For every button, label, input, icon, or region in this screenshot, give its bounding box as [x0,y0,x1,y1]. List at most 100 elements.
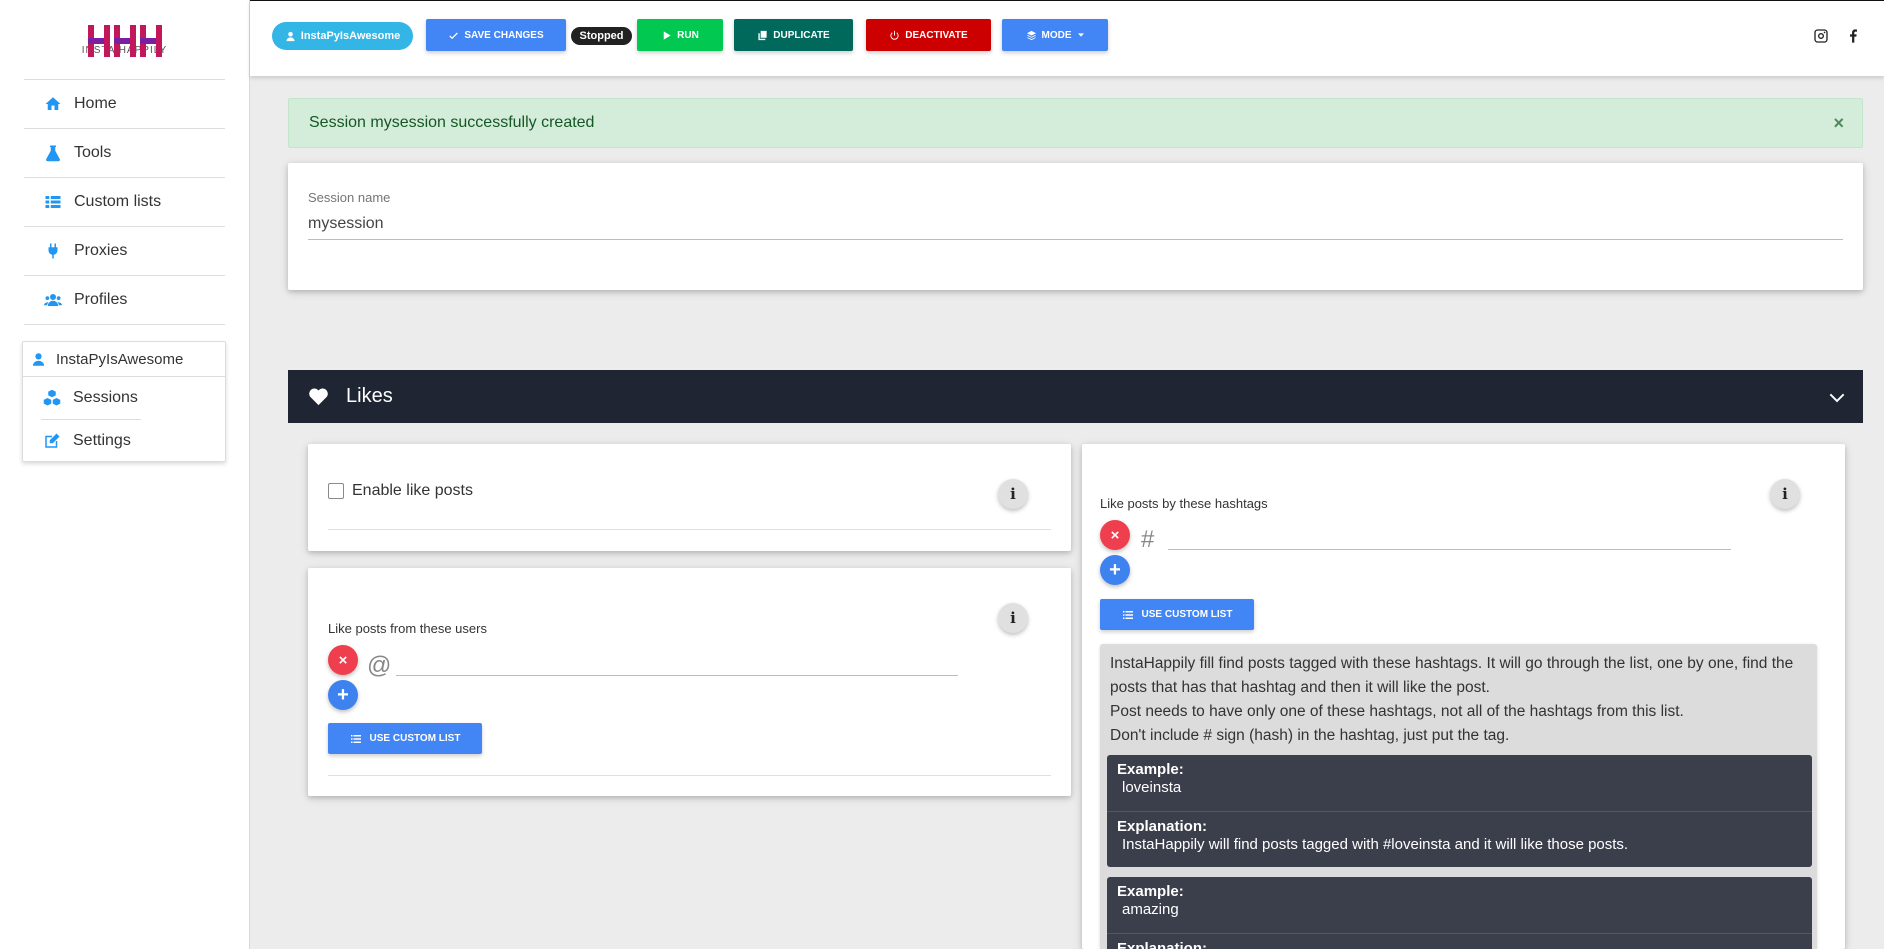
like-users-card: Like posts from these users i × @ + USE … [308,568,1071,796]
layers-icon [1026,30,1036,40]
sidebar-item-label: Proxies [74,242,128,259]
user-name: InstaPyIsAwesome [56,350,184,368]
home-icon [44,95,62,113]
caret-down-icon [1077,33,1084,37]
instagram-icon[interactable] [1813,28,1829,44]
run-label: RUN [677,29,699,41]
remove-hashtag-button[interactable]: × [1100,520,1130,550]
flask-icon [44,144,62,162]
user-icon [32,352,45,366]
user-menu-header[interactable]: InstaPyIsAwesome [23,342,225,377]
add-hashtag-button[interactable]: + [1100,555,1130,585]
main-nav: Home Tools Custom lists Proxies Profiles [24,79,225,325]
sidebar-item-custom-lists[interactable]: Custom lists [24,178,225,227]
divider [328,529,1051,530]
sidebar-item-profiles[interactable]: Profiles [24,276,225,325]
session-name-card: Session name [288,163,1863,290]
like-hashtags-label: Like posts by these hashtags [1100,496,1268,511]
use-custom-list-label: USE CUSTOM LIST [369,733,461,744]
deactivate-label: DEACTIVATE [905,29,968,41]
example-value: loveinsta [1122,779,1182,796]
plug-icon [44,242,62,260]
facebook-icon[interactable] [1845,28,1861,44]
at-sign-icon: @ [367,652,392,679]
top-toolbar: InstaPyIsAwesome SAVE CHANGES Stopped RU… [250,0,1884,76]
username-input[interactable] [396,650,958,676]
sidebar-item-label: Tools [74,144,112,161]
mode-label: MODE [1041,29,1072,41]
check-icon [449,32,459,39]
use-custom-list-label: USE CUSTOM LIST [1141,609,1233,620]
save-changes-button[interactable]: SAVE CHANGES [426,19,566,51]
example-box: Example: loveinsta Explanation: InstaHap… [1107,755,1812,867]
sidebar-item-proxies[interactable]: Proxies [24,227,225,276]
chevron-down-icon[interactable] [1829,388,1845,404]
sidebar-item-label: Profiles [74,291,128,308]
sidebar-item-settings[interactable]: Settings [23,420,225,462]
likes-section-header[interactable]: Likes [288,370,1863,423]
divider [328,775,1051,776]
sidebar-item-label: Home [74,95,117,112]
run-button[interactable]: RUN [637,19,723,51]
example-label: Example: [1117,883,1184,900]
info-icon[interactable]: i [998,479,1028,509]
sidebar-item-home[interactable]: Home [24,80,225,129]
user-chip[interactable]: InstaPyIsAwesome [272,22,413,50]
hashtag-input[interactable] [1168,524,1731,550]
power-icon [890,30,899,40]
list-icon [44,193,62,211]
user-icon [286,31,295,41]
sidebar-item-label: Sessions [73,389,138,406]
sidebar: INSTA HAPPILY Home Tools Custom lists Pr… [0,0,250,949]
list-icon [350,734,361,743]
user-menu-card: InstaPyIsAwesome Sessions Settings [22,341,226,462]
enable-like-posts-label[interactable]: Enable like posts [352,482,473,500]
copy-icon [758,30,767,40]
explanation-label: Explanation: [1117,818,1208,835]
enable-like-posts-checkbox[interactable] [328,483,344,499]
session-name-label: Session name [308,190,391,205]
info-icon[interactable]: i [1770,479,1800,509]
sidebar-item-label: Custom lists [74,193,162,210]
play-icon [663,30,671,40]
info-icon[interactable]: i [998,603,1028,633]
session-name-input[interactable] [308,208,1843,240]
hash-sign-icon: # [1141,526,1155,553]
close-icon[interactable]: × [1833,113,1844,134]
user-chip-label: InstaPyIsAwesome [300,30,401,42]
like-hashtags-card: Like posts by these hashtags i × # + USE… [1082,444,1845,949]
example-label: Example: [1117,761,1184,778]
help-text: Don't include # sign (hash) in the hasht… [1110,727,1510,744]
status-badge: Stopped [571,27,632,45]
example-value: amazing [1122,901,1179,918]
alert-message: Session mysession successfully created [309,114,595,131]
sidebar-item-sessions[interactable]: Sessions [23,377,225,419]
example-box: Example: amazing Explanation: [1107,877,1812,949]
heart-icon [309,388,328,406]
use-custom-list-button[interactable]: USE CUSTOM LIST [328,723,482,754]
enable-like-posts-card: Enable like posts i [308,444,1071,551]
likes-title: Likes [346,385,393,407]
mode-dropdown-button[interactable]: MODE [1002,19,1108,51]
help-text: Post needs to have only one of these has… [1110,703,1684,720]
users-icon [44,291,62,309]
edit-icon [45,433,60,448]
help-text: InstaHappily fill find posts tagged with… [1110,655,1794,696]
add-user-button[interactable]: + [328,680,358,710]
duplicate-button[interactable]: DUPLICATE [734,19,853,51]
sidebar-item-tools[interactable]: Tools [24,129,225,178]
like-users-label: Like posts from these users [328,621,487,636]
hashtags-help-panel: InstaHappily fill find posts tagged with… [1100,644,1817,949]
app-logo[interactable]: INSTA HAPPILY [0,0,249,79]
save-changes-label: SAVE CHANGES [464,29,544,41]
deactivate-button[interactable]: DEACTIVATE [866,19,991,51]
cubes-icon [43,389,61,406]
use-custom-list-button[interactable]: USE CUSTOM LIST [1100,599,1254,630]
explanation-value: InstaHappily will find posts tagged with… [1122,836,1629,853]
explanation-label: Explanation: [1117,940,1208,949]
success-alert: Session mysession successfully created × [288,98,1863,148]
logo-mark [87,23,162,57]
duplicate-label: DUPLICATE [773,29,830,41]
remove-user-button[interactable]: × [328,645,358,675]
sidebar-item-label: Settings [73,432,131,449]
